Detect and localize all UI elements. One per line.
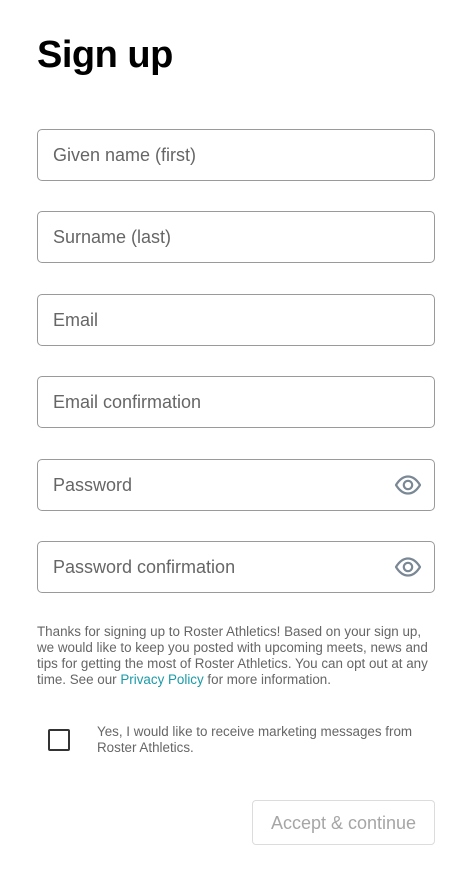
notice-text-end: for more information. xyxy=(203,672,331,687)
eye-icon[interactable] xyxy=(394,557,422,577)
password-field xyxy=(37,459,435,511)
privacy-policy-link[interactable]: Privacy Policy xyxy=(120,672,203,687)
signup-notice: Thanks for signing up to Roster Athletic… xyxy=(37,624,437,688)
given-name-field xyxy=(37,129,435,181)
password-confirmation-input[interactable] xyxy=(38,542,434,592)
marketing-consent-label: Yes, I would like to receive marketing m… xyxy=(97,724,413,755)
marketing-consent-checkbox[interactable] xyxy=(48,729,70,751)
email-confirmation-field xyxy=(37,376,435,428)
password-input[interactable] xyxy=(38,460,434,510)
given-name-input[interactable] xyxy=(38,130,434,180)
surname-field xyxy=(37,211,435,263)
surname-input[interactable] xyxy=(38,212,434,262)
email-confirmation-input[interactable] xyxy=(38,377,434,427)
email-field xyxy=(37,294,435,346)
email-input[interactable] xyxy=(38,295,434,345)
page-title: Sign up xyxy=(37,34,173,76)
accept-continue-button[interactable]: Accept & continue xyxy=(252,800,435,845)
eye-icon[interactable] xyxy=(394,475,422,495)
password-confirmation-field xyxy=(37,541,435,593)
